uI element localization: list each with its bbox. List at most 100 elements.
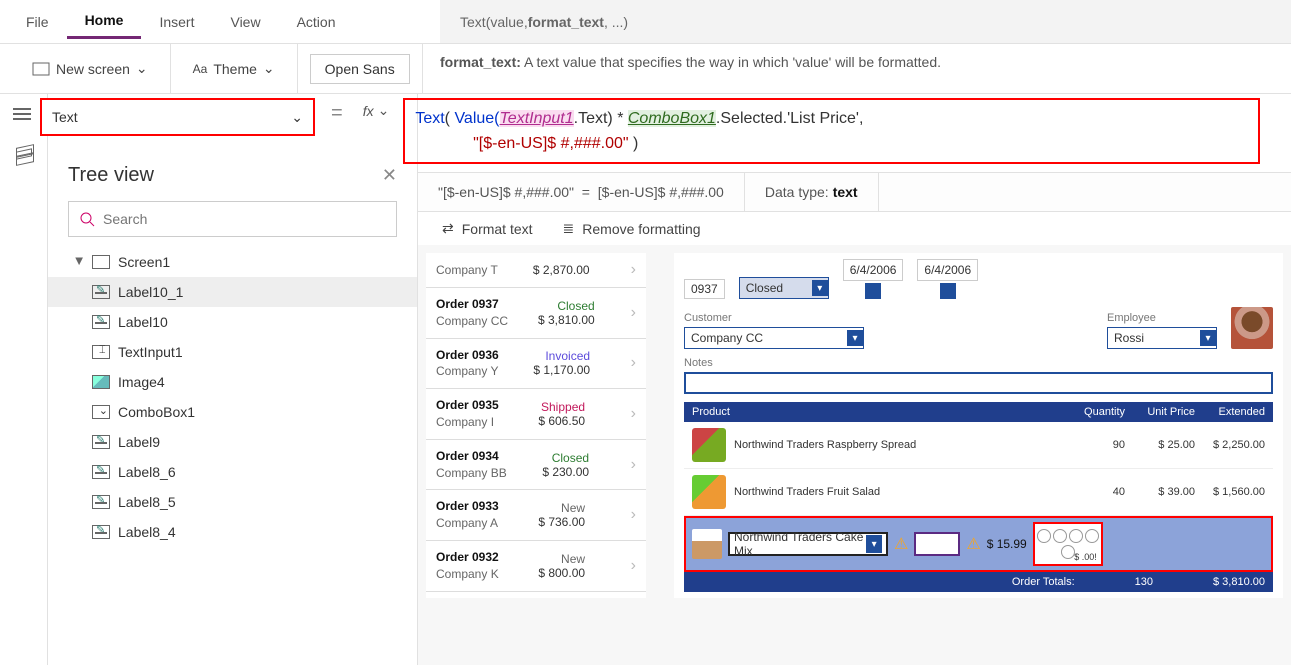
order-row[interactable]: Order 0933Company A New$ 736.00 › bbox=[426, 490, 646, 541]
menu-action[interactable]: Action bbox=[279, 6, 354, 38]
sighelp-label: format_text: bbox=[440, 54, 521, 70]
customer-select[interactable]: Company CC▾ bbox=[684, 327, 864, 349]
theme-button[interactable]: Aa Theme ⌄ bbox=[183, 54, 285, 83]
sighelp-text: A text value that specifies the way in w… bbox=[521, 54, 941, 70]
tree-root[interactable]: ▶Screen1 bbox=[48, 247, 417, 277]
formula-ti-tail: .Text) * bbox=[574, 110, 628, 127]
employee-select[interactable]: Rossi▾ bbox=[1107, 327, 1217, 349]
customer-label: Customer bbox=[684, 312, 1093, 324]
function-signature: Text(value, format_text, ...) bbox=[440, 0, 1291, 44]
formula-textinput-ref: TextInput1 bbox=[500, 110, 574, 127]
product-grid-header: Product Quantity Unit Price Extended bbox=[684, 402, 1273, 422]
product-row[interactable]: Northwind Traders Raspberry Spread90$ 25… bbox=[684, 422, 1273, 469]
formula-fn: Text bbox=[415, 110, 444, 127]
remove-format-button[interactable]: ≣ Remove formatting bbox=[563, 220, 701, 237]
employee-value: Rossi bbox=[1114, 331, 1144, 345]
property-selector[interactable]: Text ⌄ bbox=[40, 98, 315, 136]
format-icon: ⇄ bbox=[442, 220, 454, 237]
label-icon bbox=[92, 285, 110, 299]
notes-input[interactable] bbox=[684, 372, 1273, 394]
product-combobox[interactable]: Northwind Traders Cake Mix▾ bbox=[728, 532, 888, 556]
label-icon bbox=[92, 495, 110, 509]
tree-node-label: Label8_5 bbox=[118, 494, 176, 510]
tree-node[interactable]: Label8_6 bbox=[48, 457, 417, 487]
chevron-right-icon: › bbox=[631, 405, 636, 423]
date1-field[interactable]: 6/4/2006 bbox=[843, 259, 904, 299]
format-label: Format text bbox=[462, 221, 533, 237]
equals-sign: = bbox=[325, 98, 349, 129]
label-icon bbox=[92, 525, 110, 539]
totals-amount: $ 3,810.00 bbox=[1213, 576, 1265, 588]
chevron-right-icon: › bbox=[631, 456, 636, 474]
search-input[interactable] bbox=[103, 211, 386, 227]
remove-format-icon: ≣ bbox=[563, 220, 575, 237]
warning-icon: ⚠ bbox=[966, 534, 980, 554]
product-thumb bbox=[692, 529, 722, 559]
col-unitprice: Unit Price bbox=[1125, 406, 1195, 418]
tree-node-label: Label10_1 bbox=[118, 284, 183, 300]
combo-icon bbox=[92, 405, 110, 419]
list-chevron-col bbox=[654, 253, 666, 598]
remove-format-label: Remove formatting bbox=[582, 221, 700, 237]
tree-node-label: Image4 bbox=[118, 374, 165, 390]
property-name: Text bbox=[52, 109, 78, 125]
fx-button[interactable]: fx⌄ bbox=[359, 98, 394, 123]
tree-node[interactable]: Image4 bbox=[48, 367, 417, 397]
sig-args: (value, bbox=[486, 14, 528, 30]
formula-value-fn: Value( bbox=[454, 110, 499, 127]
tree-search[interactable] bbox=[68, 201, 397, 237]
tree-node[interactable]: Label8_5 bbox=[48, 487, 417, 517]
image-icon bbox=[92, 375, 110, 389]
order-row[interactable]: Order 0936Company Y Invoiced$ 1,170.00 › bbox=[426, 339, 646, 390]
product-thumb bbox=[692, 428, 726, 462]
order-row[interactable]: Company T $ 2,870.00 › bbox=[426, 253, 646, 288]
tree-node[interactable]: Label10_1 bbox=[48, 277, 417, 307]
calendar-icon[interactable] bbox=[865, 283, 881, 299]
font-picker[interactable]: Open Sans bbox=[310, 54, 410, 84]
tree: ▶Screen1 Label10_1 Label10TextInput1 Image… bbox=[48, 247, 417, 547]
result-type: Data type: text bbox=[745, 173, 879, 211]
tree-node-label: Label8_4 bbox=[118, 524, 176, 540]
order-form: 0937 Closed▾ 6/4/2006 6/4/2006 Customer C… bbox=[674, 253, 1283, 598]
chevron-down-icon: ⌄ bbox=[291, 109, 303, 126]
order-row[interactable]: Order 0934Company BB Closed$ 230.00 › bbox=[426, 440, 646, 491]
formula-bar[interactable]: Text( Value(TextInput1.Text) * ComboBox1… bbox=[403, 98, 1260, 164]
notes-label: Notes bbox=[684, 357, 1273, 369]
chevron-right-icon: › bbox=[631, 506, 636, 524]
sig-rest: , ...) bbox=[604, 14, 628, 30]
quantity-input[interactable] bbox=[914, 532, 960, 556]
order-row[interactable]: Order 0935Company I Shipped$ 606.50 › bbox=[426, 389, 646, 440]
order-number-field[interactable]: 0937 bbox=[684, 279, 725, 299]
result-bar: "[$-en-US]$ #,###.00" = [$-en-US]$ #,###… bbox=[418, 172, 1291, 212]
calendar-icon[interactable] bbox=[940, 283, 956, 299]
label-icon bbox=[92, 465, 110, 479]
product-row[interactable]: Northwind Traders Fruit Salad40$ 39.00$ … bbox=[684, 469, 1273, 516]
menu-file[interactable]: File bbox=[8, 6, 67, 38]
label-icon bbox=[92, 435, 110, 449]
tree-node[interactable]: TextInput1 bbox=[48, 337, 417, 367]
canvas: Company T $ 2,870.00 ›Order 0937Company … bbox=[418, 245, 1291, 665]
menu-home[interactable]: Home bbox=[67, 4, 142, 39]
menu-insert[interactable]: Insert bbox=[141, 6, 212, 38]
tree-node[interactable]: Label9 bbox=[48, 427, 417, 457]
tree-node[interactable]: ComboBox1 bbox=[48, 397, 417, 427]
edit-price: $ 15.99 bbox=[987, 537, 1027, 551]
tree-node[interactable]: Label10 bbox=[48, 307, 417, 337]
input-icon bbox=[92, 345, 110, 359]
tree-node[interactable]: Label8_4 bbox=[48, 517, 417, 547]
date2-field[interactable]: 6/4/2006 bbox=[917, 259, 978, 299]
order-row[interactable]: Order 0937Company CC Closed$ 3,810.00 › bbox=[426, 288, 646, 339]
extended-error-value: $ .00! bbox=[1074, 552, 1097, 562]
formula-format-string: "[$-en-US]$ #,###.00" bbox=[473, 135, 628, 152]
date2-value: 6/4/2006 bbox=[917, 259, 978, 281]
theme-icon: Aa bbox=[193, 62, 208, 76]
formula-combobox-ref: ComboBox1 bbox=[628, 110, 716, 127]
col-extended: Extended bbox=[1195, 406, 1265, 418]
order-list: Company T $ 2,870.00 ›Order 0937Company … bbox=[426, 253, 646, 598]
format-text-button[interactable]: ⇄ Format text bbox=[442, 220, 533, 237]
customer-value: Company CC bbox=[691, 331, 763, 345]
order-row[interactable]: Order 0932Company K New$ 800.00 › bbox=[426, 541, 646, 592]
menu-view[interactable]: View bbox=[212, 6, 278, 38]
new-screen-button[interactable]: New screen ⌄ bbox=[22, 54, 158, 83]
status-select[interactable]: Closed▾ bbox=[739, 277, 829, 299]
